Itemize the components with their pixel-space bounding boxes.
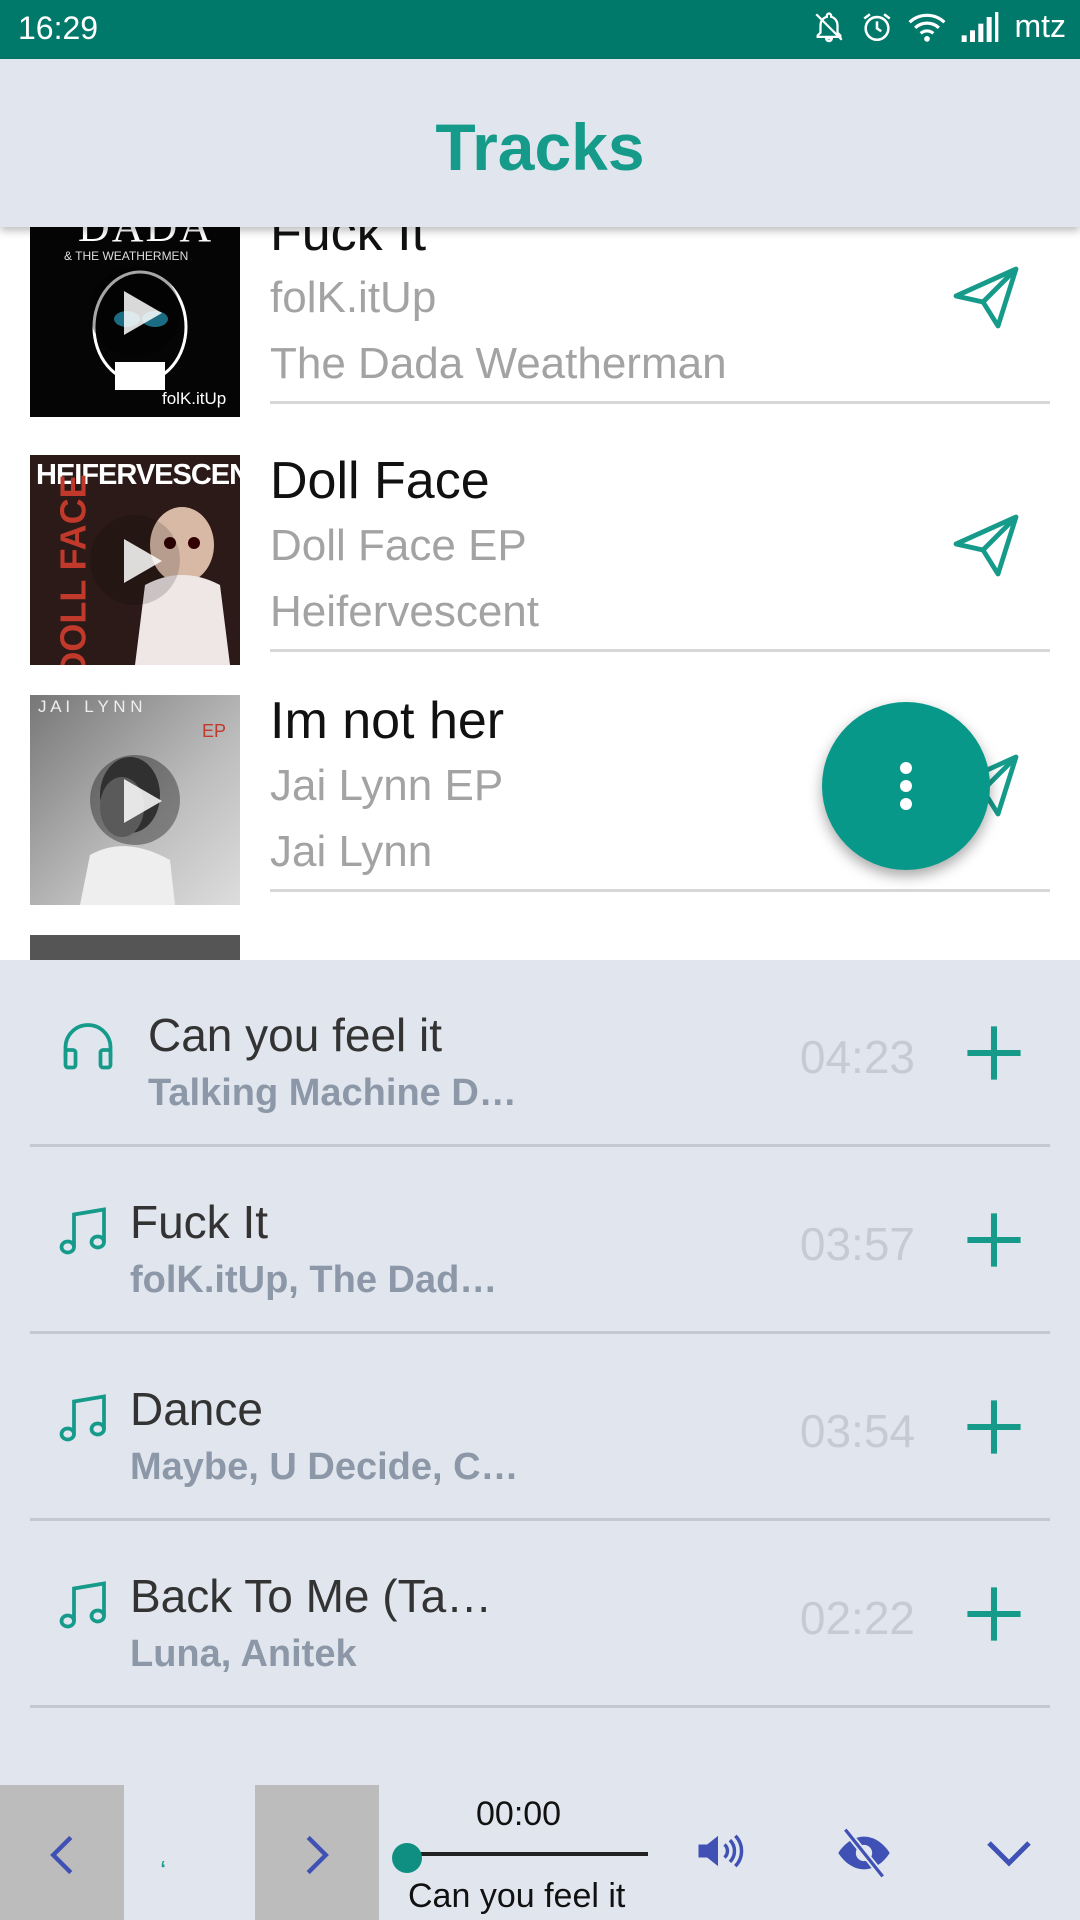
seek-bar[interactable]	[408, 1852, 648, 1856]
queue-artists: folK.itUp, The Dad…	[130, 1259, 498, 1301]
album-cover[interactable]: DADA & THE WEATHERMEN folK.itUp	[30, 227, 240, 417]
track-item-fuck-it[interactable]: DADA & THE WEATHERMEN folK.itUp Fuck It …	[0, 227, 1080, 447]
volume-icon[interactable]	[692, 1825, 744, 1877]
page-title: Tracks	[435, 110, 645, 184]
track-item-partial[interactable]	[0, 935, 1080, 960]
queue-item[interactable]: Can you feel it Talking Machine D… 04:23	[0, 960, 1080, 1147]
previous-button[interactable]	[0, 1785, 124, 1920]
track-title: Doll Face	[270, 452, 490, 510]
chevron-right-icon	[306, 1835, 329, 1875]
music-note-icon	[59, 1581, 106, 1629]
track-title: Fuck It	[270, 227, 427, 262]
more-options-fab[interactable]	[822, 702, 990, 870]
now-playing-title: Can you feel it	[408, 1877, 626, 1915]
queue-title: Can you feel it	[148, 1009, 443, 1061]
send-icon[interactable]	[950, 511, 1022, 583]
queue-title: Back To Me (Ta…	[130, 1570, 493, 1622]
album-cover[interactable]	[30, 935, 240, 960]
queue-duration: 03:57	[799, 1218, 915, 1270]
chevron-left-icon	[50, 1835, 73, 1875]
track-artist: Heifervescent	[270, 587, 540, 636]
status-time: 16:29	[18, 10, 99, 46]
signal-icon	[962, 11, 999, 42]
queue-duration: 02:22	[799, 1592, 915, 1644]
status-bar: 16:29 mtz	[0, 0, 1080, 59]
music-note-icon	[59, 1394, 106, 1442]
queue-artists: Luna, Anitek	[130, 1633, 357, 1675]
visibility-off-icon[interactable]	[836, 1825, 892, 1881]
play-button[interactable]	[90, 515, 180, 605]
queue-title: Dance	[130, 1383, 263, 1435]
app-bar: Tracks	[0, 59, 1080, 227]
queue-artists: Talking Machine D…	[148, 1072, 517, 1114]
divider	[270, 401, 1050, 404]
player-bar: ‘ 00:00 Can you feel it	[0, 1785, 1080, 1920]
track-album: Jai Lynn EP	[270, 761, 504, 810]
chevron-down-icon[interactable]	[984, 1835, 1034, 1871]
add-icon[interactable]	[965, 1024, 1023, 1082]
queue-item[interactable]: Fuck It folK.itUp, The Dad… 03:57	[0, 1147, 1080, 1334]
add-icon[interactable]	[965, 1398, 1023, 1456]
queue-item[interactable]: Dance Maybe, U Decide, C… 03:54	[0, 1334, 1080, 1521]
notifications-off-icon	[815, 11, 844, 42]
album-cover[interactable]: J A I L Y N N EP	[30, 695, 240, 905]
track-item-doll-face[interactable]: HEIFERVESCENT DOLL FACE Doll Face Doll F…	[0, 452, 1080, 695]
elapsed-time: 00:00	[476, 1795, 562, 1833]
queue-title: Fuck It	[130, 1196, 269, 1248]
send-icon[interactable]	[950, 263, 1022, 335]
track-album: folK.itUp	[270, 273, 437, 322]
play-button[interactable]	[90, 267, 180, 357]
track-artist: Jai Lynn	[270, 827, 433, 876]
divider	[270, 649, 1050, 652]
track-album: Doll Face EP	[270, 521, 527, 570]
play-queue: Can you feel it Talking Machine D… 04:23…	[0, 960, 1080, 1785]
alarm-icon	[863, 12, 891, 41]
queue-duration: 04:23	[799, 1031, 915, 1083]
carrier-name: mtz	[1014, 8, 1066, 44]
divider	[30, 1705, 1050, 1708]
divider	[270, 889, 1050, 892]
seek-handle[interactable]	[392, 1843, 422, 1873]
play-pause-button[interactable]: ‘	[160, 1855, 174, 1886]
add-icon[interactable]	[965, 1585, 1023, 1643]
headphones-icon	[63, 1023, 113, 1070]
queue-artists: Maybe, U Decide, C…	[130, 1446, 519, 1488]
queue-item[interactable]: Back To Me (Ta… Luna, Anitek 02:22	[0, 1521, 1080, 1708]
queue-duration: 03:54	[799, 1405, 915, 1457]
play-button[interactable]	[90, 755, 180, 845]
album-cover[interactable]: HEIFERVESCENT DOLL FACE	[30, 455, 240, 665]
track-artist: The Dada Weatherman	[270, 339, 727, 388]
music-note-icon	[59, 1207, 106, 1255]
add-icon[interactable]	[965, 1211, 1023, 1269]
track-title: Im not her	[270, 692, 505, 750]
wifi-icon	[908, 13, 946, 42]
next-button[interactable]	[255, 1785, 379, 1920]
